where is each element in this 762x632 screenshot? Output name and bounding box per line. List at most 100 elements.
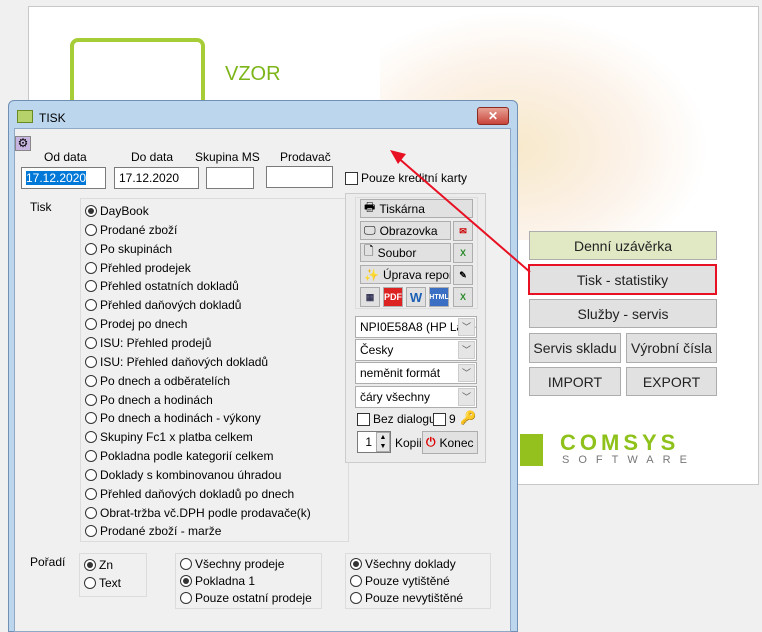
radio-icon — [350, 592, 362, 604]
pdf-icon[interactable]: PDF — [383, 287, 403, 307]
doklady-radio-label: Pouze vytištěné — [365, 574, 450, 588]
konec-button[interactable]: ⏻ Konec — [422, 431, 478, 454]
prodeje-radio-label: Pouze ostatní prodeje — [195, 591, 312, 605]
export-button[interactable]: EXPORT — [626, 367, 717, 396]
report-radio[interactable]: Po dnech a hodinách - výkony — [85, 411, 261, 425]
report-radio[interactable]: ISU: Přehled daňových dokladů — [85, 355, 268, 369]
basket-icon — [17, 110, 33, 123]
od-data-label: Od data — [44, 150, 87, 164]
report-radio-label: Obrat-tržba vč.DPH podle prodavače(k) — [100, 505, 311, 520]
bez-dialogu-checkbox[interactable]: Bez dialogu — [357, 412, 436, 426]
radio-icon — [85, 261, 97, 274]
language-value: Česky — [360, 343, 394, 357]
report-radio[interactable]: ISU: Přehled prodejů — [85, 336, 211, 350]
report-radio-label: Pokladna podle kategorií celkem — [100, 449, 274, 464]
word-icon[interactable]: W — [406, 287, 426, 307]
monitor-icon: 🖵 — [364, 223, 376, 237]
format-select[interactable]: neměnit formát ﹀ — [355, 362, 477, 384]
report-radio-label: ISU: Přehled daňových dokladů — [100, 354, 269, 369]
doklady-radio[interactable]: Pouze vytištěné — [350, 574, 450, 588]
radio-icon — [85, 412, 97, 425]
printer-select[interactable]: NPI0E58A8 (HP LaserJet)﹀ — [355, 316, 477, 338]
radio-icon — [85, 205, 97, 217]
report-radio[interactable]: Prodej po dnech — [85, 317, 187, 331]
checkbox-box — [345, 171, 358, 185]
chevron-down-icon: ﹀ — [458, 341, 475, 359]
power-icon: ⏻ — [426, 435, 436, 449]
chevron-down-icon: ﹀ — [458, 388, 475, 406]
report-radio-label: Po dnech a hodinách — [100, 392, 213, 407]
excel-export-icon[interactable]: X — [453, 287, 473, 307]
wand-icon: ✨ — [364, 267, 379, 282]
checkbox-box — [357, 412, 370, 426]
skupina-ms-input[interactable] — [206, 167, 254, 189]
report-radio[interactable]: Skupiny Fc1 x platba celkem — [85, 430, 253, 444]
file-icon: 🗋 — [364, 244, 374, 258]
nine-label: 9 — [449, 412, 456, 426]
konec-label: Konec — [439, 435, 474, 450]
do-data-input[interactable]: 17.12.2020 — [114, 167, 199, 189]
radio-icon — [85, 318, 97, 331]
report-radio[interactable]: Přehled daňových dokladů — [85, 298, 241, 312]
close-button[interactable]: ✕ — [477, 107, 509, 125]
dialog-title: TISK — [39, 111, 66, 125]
chevron-down-icon: ﹀ — [458, 318, 475, 336]
report-radio[interactable]: DayBook — [85, 204, 149, 218]
report-radio[interactable]: Přehled prodejek — [85, 261, 191, 275]
prodeje-radio[interactable]: Pokladna 1 — [180, 574, 255, 588]
report-radio[interactable]: Pokladna podle kategorií celkem — [85, 449, 273, 463]
od-data-value: 17.12.2020 — [26, 171, 87, 185]
radio-icon — [180, 592, 192, 604]
poradi-radio-label: Zn — [99, 558, 114, 572]
tisk-label: Tisk — [30, 200, 52, 214]
report-radio-label: Skupiny Fc1 x platba celkem — [100, 430, 253, 445]
nine-checkbox[interactable]: 9 — [433, 412, 456, 426]
language-select[interactable]: Česky ﹀ — [355, 339, 477, 361]
report-radio[interactable]: Doklady s kombinovanou úhradou — [85, 468, 281, 482]
report-radio[interactable]: Po dnech a odběratelích — [85, 374, 230, 388]
chevron-down-icon: ﹀ — [458, 364, 475, 382]
tisk-statistiky-button[interactable]: Tisk - statistiky — [528, 264, 717, 295]
radio-icon — [350, 575, 362, 587]
do-data-label: Do data — [131, 150, 174, 164]
radio-icon — [85, 355, 97, 368]
radio-icon — [84, 577, 96, 589]
report-radio-label: Přehled prodejek — [100, 260, 191, 275]
od-data-input[interactable]: 17.12.2020 — [21, 167, 106, 189]
prodeje-radio[interactable]: Všechny prodeje — [180, 557, 284, 571]
doklady-radio[interactable]: Pouze nevytištěné — [350, 591, 463, 605]
sluzby-servis-button[interactable]: Služby - servis — [529, 299, 717, 328]
report-radio[interactable]: Po skupinách — [85, 242, 172, 256]
report-radio[interactable]: Přehled ostatních dokladů — [85, 279, 239, 293]
bez-dialogu-label: Bez dialogu — [373, 412, 436, 426]
calendar-grid-icon[interactable]: ▦ — [360, 287, 380, 307]
doklady-radio[interactable]: Všechny doklady — [350, 557, 456, 571]
report-radio-label: Přehled daňových dokladů — [100, 298, 242, 313]
denni-uzaverka-button[interactable]: Denní uzávěrka — [529, 231, 717, 260]
gear-icon[interactable]: ⚙ — [15, 136, 31, 151]
poradi-radio[interactable]: Zn — [84, 558, 113, 572]
key-envelope-icon[interactable]: 🔑 — [460, 410, 476, 426]
doklady-radio-label: Pouze nevytištěné — [365, 591, 464, 605]
lines-select[interactable]: čáry všechny ﹀ — [355, 386, 477, 408]
prodeje-radio-label: Všechny prodeje — [195, 557, 285, 571]
report-radio[interactable]: Prodané zboží — [85, 223, 177, 237]
report-radio[interactable]: Prodané zboží - marže — [85, 524, 221, 538]
html-icon[interactable]: HTML — [429, 287, 449, 307]
report-radio[interactable]: Přehled daňových dokladů po dnech — [85, 487, 294, 501]
logo-text: VZOR — [225, 63, 281, 85]
comsys-logo: COMSYS SOFTWARE — [520, 430, 720, 470]
servis-skladu-button[interactable]: Servis skladu — [529, 333, 621, 363]
report-radio[interactable]: Obrat-tržba vč.DPH podle prodavače(k) — [85, 506, 311, 520]
radio-icon — [85, 242, 97, 255]
radio-icon — [85, 487, 97, 500]
report-radio[interactable]: Po dnech a hodinách — [85, 393, 213, 407]
import-button[interactable]: IMPORT — [529, 367, 621, 396]
prodeje-radio[interactable]: Pouze ostatní prodeje — [180, 591, 312, 605]
prodavac-input[interactable] — [266, 166, 333, 188]
radio-icon — [85, 506, 97, 519]
vyrobni-cisla-button[interactable]: Výrobní čísla — [626, 333, 717, 363]
kopii-label: Kopii — [395, 436, 422, 450]
poradi-radio[interactable]: Text — [84, 576, 121, 590]
stepper-arrows-icon[interactable]: ▲ ▼ — [376, 432, 390, 452]
